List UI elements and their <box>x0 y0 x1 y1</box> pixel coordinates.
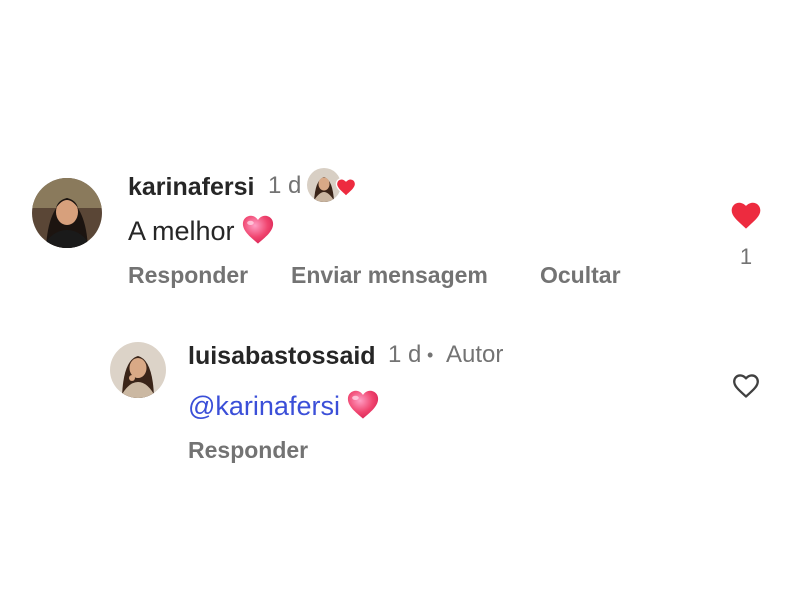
avatar-luisabastossaid[interactable] <box>110 342 166 398</box>
comments-panel: karinafersi 1 d A melhor Responder Envia… <box>0 0 800 600</box>
avatar-karinafersi[interactable] <box>32 178 102 248</box>
hide-button[interactable]: Ocultar <box>540 260 621 290</box>
profile-photo-icon <box>32 178 102 248</box>
comment-body: A melhor <box>128 214 275 253</box>
heart-filled-icon <box>731 202 761 229</box>
heart-outline-icon <box>733 374 759 398</box>
reply-body: @karinafersi <box>188 389 380 428</box>
comment-timestamp: 1 d <box>268 172 302 199</box>
comment-username[interactable]: karinafersi <box>128 172 254 202</box>
author-badge: Autor <box>446 341 504 368</box>
reply-username[interactable]: luisabastossaid <box>188 341 376 371</box>
like-button-reply[interactable] <box>731 372 761 399</box>
comment-text: A melhor <box>128 216 235 246</box>
send-message-button[interactable]: Enviar mensagem <box>291 260 488 290</box>
reply-timestamp: 1 d <box>388 341 422 368</box>
pink-heart-emoji-icon <box>346 389 380 428</box>
pink-heart-emoji-icon <box>241 214 275 253</box>
like-button-comment[interactable] <box>729 200 763 230</box>
reply-button[interactable]: Responder <box>128 260 248 290</box>
meta-separator: • <box>427 345 434 365</box>
reply-button[interactable]: Responder <box>188 435 308 465</box>
red-heart-icon <box>335 178 357 197</box>
liked-by-author-badge <box>307 168 359 204</box>
mention-link[interactable]: @karinafersi <box>188 391 340 421</box>
like-count: 1 <box>739 244 753 269</box>
profile-photo-icon <box>110 342 166 398</box>
